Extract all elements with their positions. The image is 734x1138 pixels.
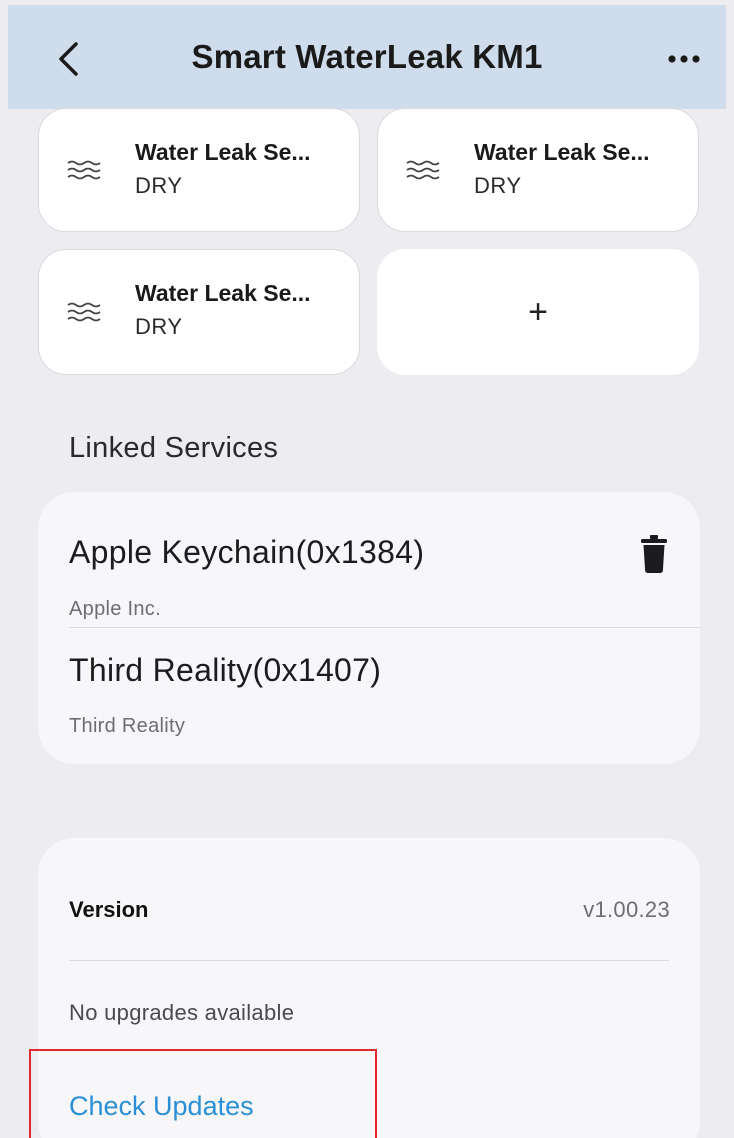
water-waves-icon	[67, 302, 101, 322]
add-sensor-button[interactable]: +	[377, 249, 699, 375]
page-title: Smart WaterLeak KM1	[191, 38, 543, 75]
version-card: Version v1.00.23 No upgrades available C…	[38, 838, 700, 1138]
sensor-tile[interactable]: Water Leak Se... DRY	[38, 108, 360, 232]
back-button[interactable]	[48, 39, 88, 79]
plus-label: +	[528, 292, 548, 331]
sensor-state: DRY	[135, 173, 183, 198]
service-vendor: Apple Inc.	[69, 598, 161, 620]
sensor-tile[interactable]: Water Leak Se... DRY	[377, 108, 699, 232]
service-name: Third Reality(0x1407)	[69, 652, 382, 688]
sensor-name: Water Leak Se...	[135, 280, 311, 306]
ellipsis-icon	[668, 55, 700, 63]
version-value: v1.00.23	[583, 897, 670, 922]
more-options-button[interactable]	[664, 41, 704, 77]
linked-services-card: Apple Keychain(0x1384) Apple Inc. Third …	[38, 492, 700, 764]
upgrade-status: No upgrades available	[69, 1000, 295, 1025]
divider	[69, 627, 700, 628]
divider	[69, 960, 669, 961]
sensor-name: Water Leak Se...	[135, 139, 311, 165]
check-updates-link[interactable]: Check Updates	[69, 1091, 254, 1122]
sensor-state: DRY	[474, 173, 522, 198]
version-label: Version	[69, 897, 149, 922]
sensor-name: Water Leak Se...	[474, 139, 650, 165]
top-bar: Smart WaterLeak KM1	[8, 5, 726, 109]
sensor-tile[interactable]: Water Leak Se... DRY	[38, 249, 360, 375]
water-waves-icon	[406, 160, 440, 180]
linked-services-heading: Linked Services	[69, 432, 279, 464]
service-vendor: Third Reality	[69, 715, 186, 737]
delete-service-button[interactable]	[641, 535, 667, 573]
trash-icon	[641, 535, 667, 573]
sensor-state: DRY	[135, 314, 183, 339]
water-waves-icon	[67, 160, 101, 180]
service-name: Apple Keychain(0x1384)	[69, 534, 425, 570]
chevron-left-icon	[59, 42, 78, 76]
